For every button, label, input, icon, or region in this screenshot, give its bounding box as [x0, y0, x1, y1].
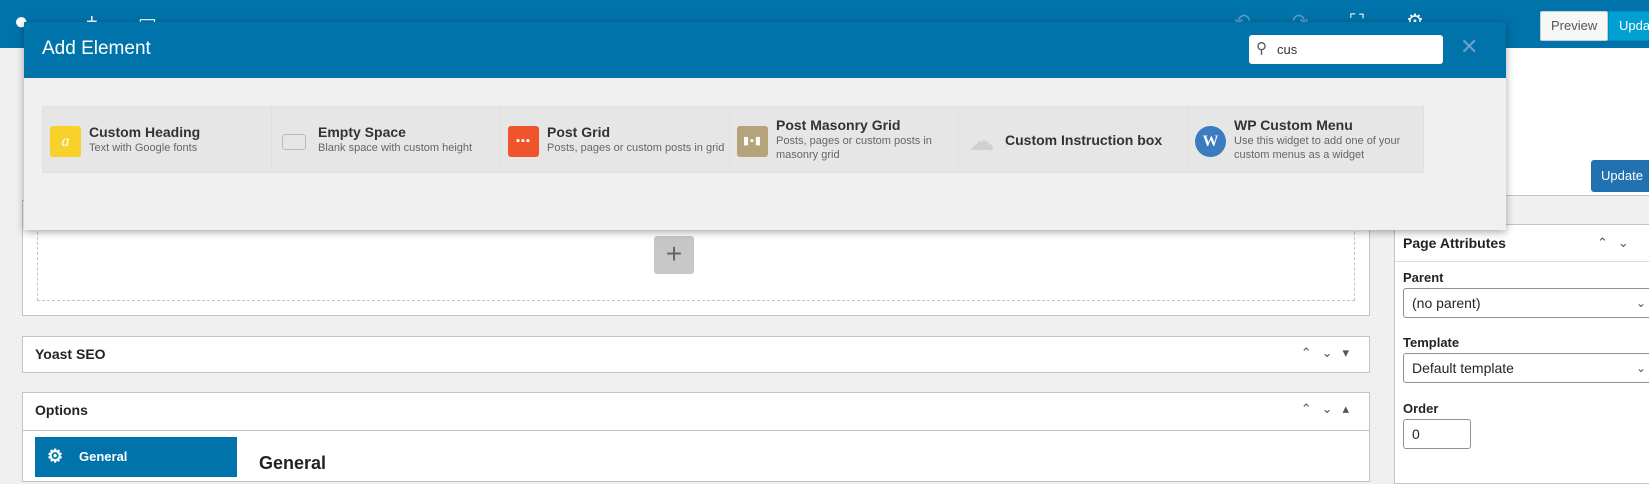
element-card-wp-custom-menu[interactable]: W WP Custom Menu Use this widget to add …	[1187, 106, 1424, 173]
element-description: Posts, pages or custom posts in masonry …	[776, 135, 932, 161]
element-title: Post Grid	[547, 124, 611, 140]
wordpress-icon: W	[1195, 126, 1226, 157]
element-description: Blank space with custom height	[318, 142, 473, 154]
order-label: Order	[1403, 401, 1439, 416]
update-button[interactable]: Update	[1608, 11, 1649, 41]
close-icon[interactable]: ✕	[1460, 36, 1478, 58]
template-select-value: Default template	[1412, 360, 1514, 376]
element-title: Post Masonry Grid	[776, 117, 901, 133]
empty-space-icon	[282, 134, 306, 150]
yoast-seo-metabox: Yoast SEO ⌃⌄▾	[22, 336, 1370, 373]
element-card-post-grid[interactable]: ▪▪▪ Post Grid Posts, pages or custom pos…	[500, 106, 737, 173]
divider	[23, 430, 1369, 431]
metabox-controls[interactable]: ⌃⌄▴	[1301, 401, 1359, 417]
grid-icon: ▪▪▪	[508, 126, 539, 157]
text-a-icon: a	[50, 126, 81, 157]
preview-button[interactable]: Preview	[1540, 11, 1609, 41]
chevron-down-icon: ⌄	[1635, 361, 1646, 375]
element-title: WP Custom Menu	[1234, 117, 1353, 133]
metabox-controls[interactable]: ⌃⌄▾	[1301, 345, 1359, 361]
parent-label: Parent	[1403, 270, 1444, 285]
search-input[interactable]	[1277, 38, 1437, 60]
metabox-controls[interactable]: ⌃⌄	[1597, 235, 1639, 251]
search-icon: ⚲	[1256, 40, 1267, 57]
modal-header: Add Element ⚲ ✕	[24, 22, 1506, 78]
template-label: Template	[1403, 335, 1460, 350]
element-description: Text with Google fonts	[89, 142, 198, 154]
template-select[interactable]: Default template ⌄	[1403, 353, 1649, 383]
add-element-modal: Add Element ⚲ ✕ a Custom Heading Text wi…	[24, 22, 1506, 230]
element-search[interactable]: ⚲	[1249, 35, 1443, 64]
element-description: Use this widget to add one of your custo…	[1234, 135, 1401, 161]
options-section-heading: General	[259, 453, 327, 473]
modal-title: Add Element	[42, 38, 151, 59]
element-card-post-masonry-grid[interactable]: ▮▪▮ Post Masonry Grid Posts, pages or cu…	[729, 106, 966, 173]
page-attributes-box: Page Attributes ⌃⌄ Parent (no parent) ⌄ …	[1394, 224, 1649, 484]
element-description: Posts, pages or custom posts in grid	[547, 142, 725, 154]
add-element-button[interactable]: +	[654, 236, 694, 274]
element-card-custom-heading[interactable]: a Custom Heading Text with Google fonts	[42, 106, 279, 173]
gear-icon: ⚙	[47, 446, 64, 466]
order-input[interactable]: 0	[1403, 419, 1471, 449]
cloud-icon: ☁	[968, 126, 995, 156]
sidebar-update-button[interactable]: Update	[1591, 160, 1649, 192]
options-nav-general[interactable]: ⚙ General	[35, 437, 237, 477]
masonry-grid-icon: ▮▪▮	[737, 126, 768, 157]
element-title: Custom Heading	[89, 124, 201, 140]
element-card-custom-instruction-box[interactable]: ☁ Custom Instruction box	[958, 106, 1195, 173]
parent-select-value: (no parent)	[1412, 295, 1481, 311]
page-attributes-title: Page Attributes	[1403, 235, 1506, 251]
parent-select[interactable]: (no parent) ⌄	[1403, 288, 1649, 318]
chevron-down-icon: ⌄	[1635, 296, 1646, 310]
yoast-seo-title: Yoast SEO	[35, 346, 106, 362]
options-nav-label: General	[79, 449, 128, 464]
divider	[1395, 261, 1649, 262]
options-title: Options	[35, 402, 88, 418]
element-title: Custom Instruction box	[1005, 132, 1163, 148]
element-card-empty-space[interactable]: Empty Space Blank space with custom heig…	[271, 106, 508, 173]
element-title: Empty Space	[318, 124, 406, 140]
